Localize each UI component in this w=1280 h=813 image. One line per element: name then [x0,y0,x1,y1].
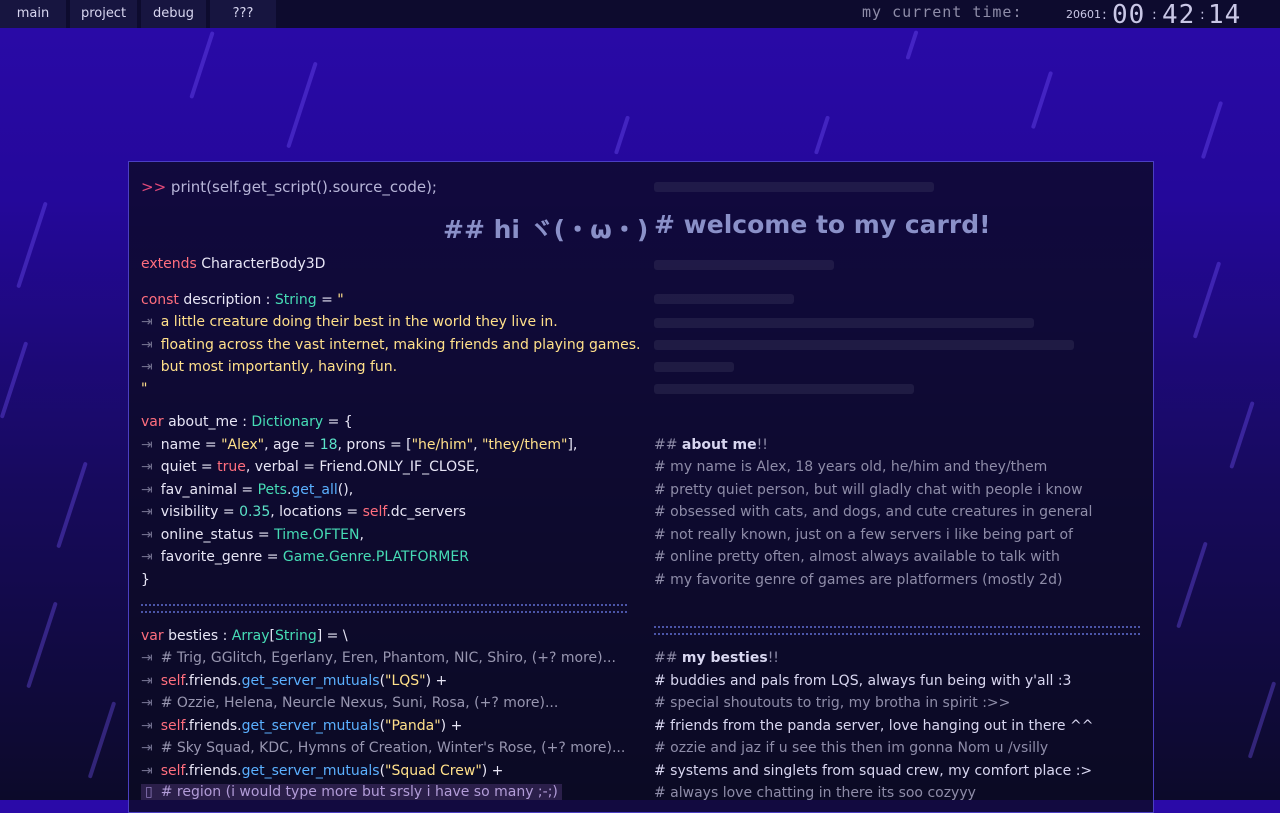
about-line-name: ⇥ name = "Alex", age = 18, prons = ["he/h… [141,437,578,453]
besties-text-line: # ozzie and jaz if u see this then im go… [654,740,1049,756]
about-decl: var about_me : Dictionary = { [141,414,353,430]
fold-icon[interactable]: ▯ [145,784,153,800]
code-card: >> print(self.get_script().source_code);… [128,161,1154,813]
besties-comment: ⇥ # Sky Squad, KDC, Hymns of Creation, Wi… [141,740,626,756]
clock-separator: : [1200,7,1205,23]
placeholder-bar [654,340,1074,350]
clock-label: my current time: [862,3,1023,21]
about-text-line: # not really known, just on a few server… [654,527,1073,543]
about-line-visibility: ⇥ visibility = 0.35, locations = self.dc_… [141,504,466,520]
welcome-heading: # welcome to my carrd! [654,210,991,239]
besties-text-line: # systems and singlets from squad crew, … [654,763,1093,779]
besties-comment: ⇥ # Trig, GGlitch, Egerlany, Eren, Phanto… [141,650,616,666]
description-line: ⇥ floating across the vast internet, maki… [141,337,641,353]
about-text-line: # my favorite genre of games are platfor… [654,572,1063,588]
about-text-line: # my name is Alex, 18 years old, he/him … [654,459,1048,475]
besties-text-line: # always love chatting in there its soo … [654,785,976,801]
description-line: ⇥ a little creature doing their best in t… [141,314,558,330]
region-fold[interactable]: ▯ # region (i would type more but srsly i… [141,784,562,800]
about-text-line: # pretty quiet person, but will gladly c… [654,482,1083,498]
about-line-animal: ⇥ fav_animal = Pets.get_all(), [141,482,354,498]
clock-minutes: 42 [1162,0,1196,30]
about-text-line: # obsessed with cats, and dogs, and cute… [654,504,1093,520]
extends-line: extends CharacterBody3D [141,256,325,272]
about-line-quiet: ⇥ quiet = true, verbal = Friend.ONLY_IF_C… [141,459,480,475]
divider [654,626,1140,635]
besties-text-line: # special shoutouts to trig, my brotha i… [654,695,1011,711]
placeholder-bar [654,294,794,304]
description-end: " [141,381,148,397]
about-line-genre: ⇥ favorite_genre = Game.Genre.PLATFORMER [141,549,469,565]
variable-name: description [183,292,262,308]
besties-call: ⇥ self.friends.get_server_mutuals("LQS") … [141,673,448,689]
besties-heading: ## my besties!! [654,650,779,666]
clock-separator: : [1102,7,1107,23]
about-end: } [141,572,150,588]
tab-main[interactable]: main [0,0,66,28]
besties-call: ⇥ self.friends.get_server_mutuals("Panda"… [141,718,463,734]
clock-hours: 00 [1112,0,1146,30]
besties-text-line: # buddies and pals from LQS, always fun … [654,673,1072,689]
clock-seconds: 14 [1208,0,1242,30]
clock-separator: : [1152,7,1157,23]
keyword: extends [141,256,197,272]
description-decl: const description : String = " [141,292,344,308]
type-name: String [274,292,317,308]
hi-heading: ## hi ヾ(・ω・) [443,215,649,244]
about-line-online: ⇥ online_status = Time.OFTEN, [141,527,364,543]
top-bar: main project debug ??? my current time: … [0,0,1280,30]
command-line: >> print(self.get_script().source_code); [141,178,437,196]
about-text-line: # online pretty often, almost always ava… [654,549,1060,565]
tab-debug[interactable]: debug [141,0,206,28]
placeholder-bar [654,182,934,192]
tab-project[interactable]: project [70,0,137,28]
about-heading: ## about me!! [654,437,768,453]
clock-year: 20601 [1066,8,1101,21]
besties-decl: var besties : Array[String] = \ [141,628,348,644]
placeholder-bar [654,362,734,372]
besties-call: ⇥ self.friends.get_server_mutuals("Squad … [141,763,504,779]
prompt-symbol: >> [141,178,167,196]
placeholder-bar [654,260,834,270]
description-line: ⇥ but most importantly, having fun. [141,359,398,375]
besties-text-line: # friends from the panda server, love ha… [654,718,1094,734]
tab-mystery[interactable]: ??? [210,0,276,28]
placeholder-bar [654,384,914,394]
command-text: print(self.get_script().source_code); [170,178,437,196]
placeholder-bar [654,318,1034,328]
besties-comment: ⇥ # Ozzie, Helena, Neurcle Nexus, Suni, R… [141,695,559,711]
class-name: CharacterBody3D [201,256,326,272]
divider [141,604,627,613]
keyword: const [141,292,179,308]
